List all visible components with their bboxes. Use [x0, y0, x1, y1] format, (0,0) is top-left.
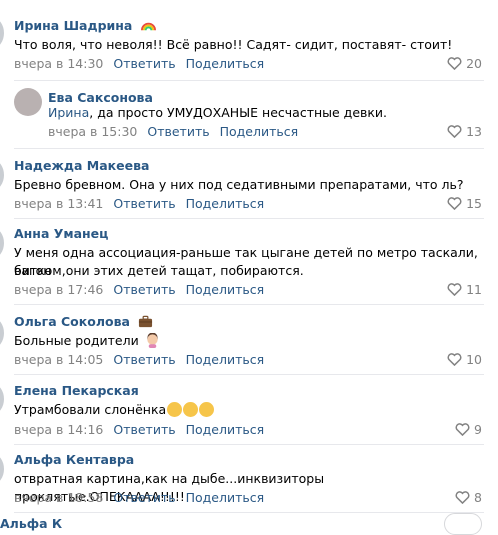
comment-text: Бревно бревном. Она у них под седативным…	[14, 177, 464, 192]
separator	[14, 218, 484, 219]
like-button[interactable]: 20	[447, 56, 482, 71]
avatar[interactable]	[14, 88, 42, 116]
share-button[interactable]: Поделиться	[220, 124, 299, 139]
reply-button[interactable]: Ответить	[113, 352, 175, 367]
laughing-emoji-icon	[167, 402, 183, 417]
like-count: 20	[466, 56, 482, 71]
comment-author[interactable]: Ольга Соколова	[14, 314, 153, 329]
like-button[interactable]: 11	[447, 282, 482, 297]
comment-author[interactable]: Альфа Кентавра	[14, 452, 134, 467]
like-button[interactable]: 9	[455, 422, 482, 437]
share-button[interactable]: Поделиться	[186, 282, 265, 297]
comment-meta: вчера в 14:16 Ответить Поделиться	[14, 422, 264, 437]
heart-icon	[447, 125, 462, 138]
facepalm-emoji-icon	[147, 333, 158, 348]
laughing-emoji-icon	[183, 402, 199, 417]
heart-icon	[455, 491, 470, 504]
like-count: 8	[474, 490, 482, 505]
separator	[14, 148, 484, 149]
comment-meta: вчера в 13:41 Ответить Поделиться	[14, 196, 264, 211]
comment-time[interactable]: вчера в 15:30	[48, 124, 137, 139]
comment-text: Больные родители	[14, 332, 160, 350]
comment-author[interactable]: Анна Уманец	[14, 226, 108, 241]
next-comment-author[interactable]: Альфа К	[0, 516, 62, 531]
reply-button[interactable]: Ответить	[113, 490, 175, 505]
comment-text: Утрамбовали слонёнка	[14, 401, 215, 419]
like-button[interactable]: 15	[447, 196, 482, 211]
comment-text-line-2: битком,они этих детей тащат, побираются.	[14, 263, 304, 278]
comment-meta: вчера в 14:05 Ответить Поделиться	[14, 352, 264, 367]
avatar[interactable]	[0, 454, 4, 484]
scroll-button[interactable]	[444, 513, 482, 535]
separator	[14, 512, 484, 513]
like-count: 11	[466, 282, 482, 297]
reply-button[interactable]: Ответить	[113, 56, 175, 71]
like-count: 9	[474, 422, 482, 437]
author-name[interactable]: Ольга Соколова	[14, 314, 130, 329]
like-count: 15	[466, 196, 482, 211]
share-button[interactable]: Поделиться	[186, 352, 265, 367]
heart-icon	[447, 57, 462, 70]
comment-text: Что воля, что неволя!! Всё равно!! Садят…	[14, 37, 453, 52]
reply-to-link[interactable]: Ирина	[48, 105, 89, 120]
comment-meta: вчера в 18:58 Ответить Поделиться	[14, 490, 264, 505]
like-button[interactable]: 10	[447, 352, 482, 367]
separator	[14, 304, 484, 305]
avatar[interactable]	[0, 160, 4, 190]
separator	[14, 80, 484, 81]
laughing-emoji-icon	[199, 402, 215, 417]
comment-time[interactable]: вчера в 17:46	[14, 282, 103, 297]
separator	[14, 444, 484, 445]
comment-time[interactable]: вчера в 14:05	[14, 352, 103, 367]
comment-time[interactable]: вчера в 14:16	[14, 422, 103, 437]
comment-time[interactable]: вчера в 13:41	[14, 196, 103, 211]
comment-meta: вчера в 15:30 Ответить Поделиться	[48, 124, 298, 139]
share-button[interactable]: Поделиться	[186, 422, 265, 437]
separator	[14, 374, 484, 375]
comment-time[interactable]: вчера в 18:58	[14, 490, 103, 505]
heart-icon	[447, 353, 462, 366]
like-button[interactable]: 8	[455, 490, 482, 505]
avatar[interactable]	[0, 384, 4, 414]
share-button[interactable]: Поделиться	[186, 56, 265, 71]
briefcase-icon	[139, 315, 153, 328]
like-count: 10	[466, 352, 482, 367]
comment-text: Ирина, да просто УМУДОХАНЫЕ несчастные д…	[48, 105, 388, 120]
avatar[interactable]	[0, 318, 4, 348]
reply-button[interactable]: Ответить	[147, 124, 209, 139]
heart-icon	[447, 197, 462, 210]
comment-author[interactable]: Ирина Шадрина	[14, 18, 156, 33]
reply-button[interactable]: Ответить	[113, 422, 175, 437]
reply-button[interactable]: Ответить	[113, 282, 175, 297]
share-button[interactable]: Поделиться	[186, 196, 265, 211]
author-name[interactable]: Ирина Шадрина	[14, 18, 132, 33]
like-button[interactable]: 13	[447, 124, 482, 139]
share-button[interactable]: Поделиться	[186, 490, 265, 505]
comment-author[interactable]: Елена Пекарская	[14, 383, 139, 398]
rainbow-icon	[140, 22, 156, 31]
heart-icon	[455, 423, 470, 436]
comment-time[interactable]: вчера в 14:30	[14, 56, 103, 71]
avatar[interactable]	[0, 228, 4, 258]
like-count: 13	[466, 124, 482, 139]
heart-icon	[447, 283, 462, 296]
comments-feed: Ирина Шадрина Что воля, что неволя!! Всё…	[0, 0, 498, 535]
comment-meta: вчера в 14:30 Ответить Поделиться	[14, 56, 264, 71]
comment-meta: вчера в 17:46 Ответить Поделиться	[14, 282, 264, 297]
comment-author[interactable]: Надежда Макеева	[14, 158, 149, 173]
avatar[interactable]	[0, 18, 4, 48]
comment-author[interactable]: Ева Саксонова	[48, 90, 153, 105]
reply-button[interactable]: Ответить	[113, 196, 175, 211]
